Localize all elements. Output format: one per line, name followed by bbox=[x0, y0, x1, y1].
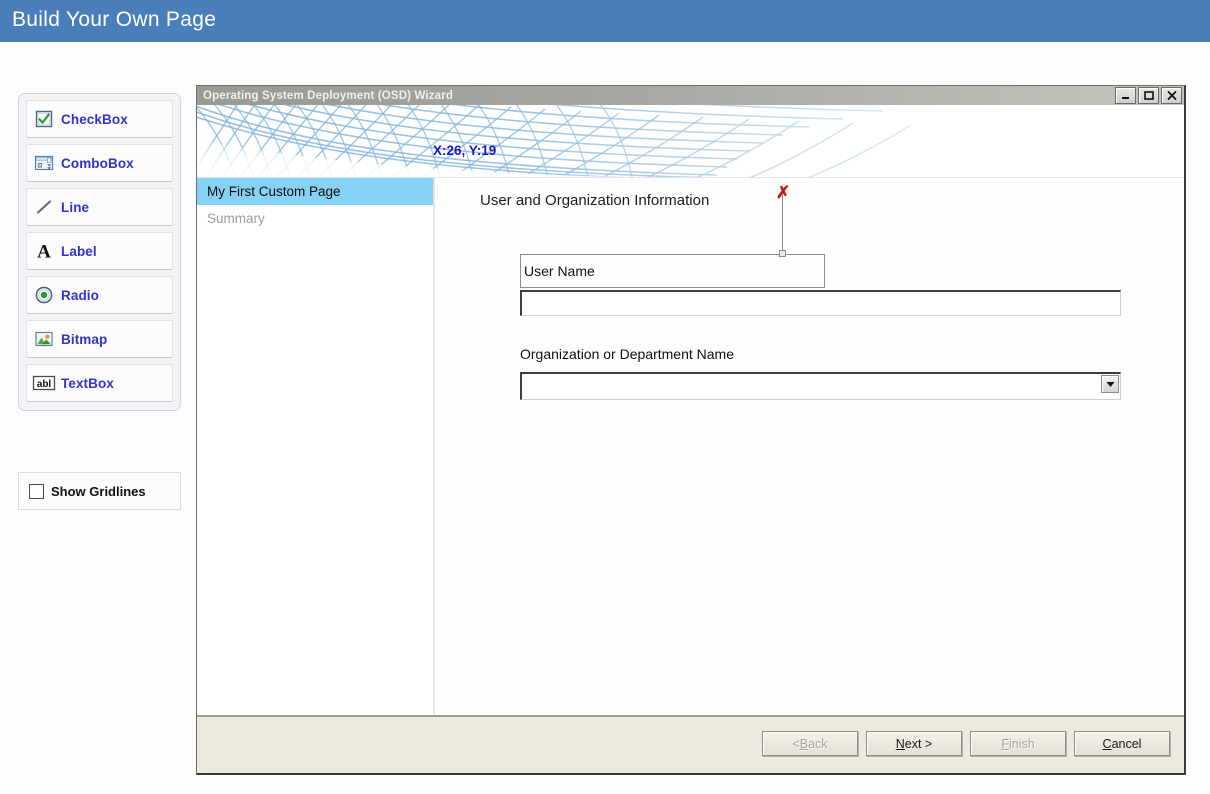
maximize-icon[interactable] bbox=[1138, 87, 1159, 104]
wizard-content-pane[interactable]: User and Organization Information User N… bbox=[435, 178, 1184, 714]
resize-handle[interactable] bbox=[779, 250, 786, 257]
line-icon bbox=[27, 197, 61, 217]
organization-label: Organization or Department Name bbox=[520, 346, 734, 362]
nav-item-summary[interactable]: Summary bbox=[197, 205, 433, 232]
tool-item-line[interactable]: Line bbox=[26, 188, 173, 226]
tool-item-radio[interactable]: Radio bbox=[26, 276, 173, 314]
content-heading: User and Organization Information bbox=[480, 192, 710, 209]
drag-guide-line bbox=[782, 194, 783, 254]
user-name-textbox[interactable] bbox=[520, 290, 1121, 316]
next-button-suffix: ext > bbox=[904, 736, 933, 751]
user-name-label-control[interactable]: User Name bbox=[520, 254, 825, 288]
tool-label: CheckBox bbox=[61, 111, 128, 127]
back-button[interactable]: < Back bbox=[762, 731, 858, 756]
close-icon[interactable] bbox=[1161, 87, 1182, 104]
cancel-button-accel: C bbox=[1102, 736, 1112, 751]
finish-button-suffix: inish bbox=[1008, 736, 1035, 751]
wizard-nav-pane: My First Custom Page Summary bbox=[197, 178, 435, 714]
label-a-icon: A bbox=[27, 240, 61, 263]
tool-item-combobox[interactable]: ComboBox bbox=[26, 144, 173, 182]
nav-item-label: My First Custom Page bbox=[207, 184, 341, 199]
chevron-down-icon[interactable] bbox=[1101, 375, 1119, 393]
toolbox-panel: CheckBox ComboBox Line A Label Radio Bit… bbox=[18, 93, 181, 411]
tool-item-bitmap[interactable]: Bitmap bbox=[26, 320, 173, 358]
wizard-body: My First Custom Page Summary User and Or… bbox=[197, 178, 1184, 714]
bitmap-image-icon bbox=[27, 329, 61, 349]
tool-label: Line bbox=[61, 199, 90, 215]
osd-wizard-window[interactable]: Operating System Deployment (OSD) Wizard bbox=[196, 85, 1186, 775]
mesh-decoration-icon bbox=[197, 105, 1184, 178]
tool-item-label[interactable]: A Label bbox=[26, 232, 173, 270]
app-banner: Build Your Own Page bbox=[0, 0, 1210, 43]
cursor-coordinates: X:26, Y:19 bbox=[433, 143, 497, 158]
show-gridlines-checkbox[interactable] bbox=[29, 483, 44, 499]
wizard-button-row: < Back Next > Finish Cancel bbox=[762, 731, 1170, 756]
wizard-title: Operating System Deployment (OSD) Wizard bbox=[203, 89, 453, 102]
designer-surface[interactable]: CheckBox ComboBox Line A Label Radio Bit… bbox=[0, 42, 1210, 794]
back-button-accel: B bbox=[799, 736, 809, 751]
tool-item-textbox[interactable]: abl TextBox bbox=[26, 364, 173, 402]
wizard-header-banner: X:26, Y:19 bbox=[197, 105, 1184, 178]
page-title: Build Your Own Page bbox=[12, 8, 217, 31]
finish-button-accel: F bbox=[1001, 736, 1009, 751]
tool-label: Bitmap bbox=[61, 331, 108, 347]
back-button-prefix: < bbox=[792, 736, 800, 751]
window-controls bbox=[1115, 87, 1182, 104]
textbox-abl-icon: abl bbox=[27, 374, 61, 392]
show-gridlines-label: Show Gridlines bbox=[51, 483, 146, 499]
wizard-titlebar[interactable]: Operating System Deployment (OSD) Wizard bbox=[197, 86, 1184, 105]
next-button-accel: N bbox=[895, 736, 905, 751]
wizard-footer: < Back Next > Finish Cancel bbox=[197, 715, 1184, 773]
combobox-icon bbox=[27, 153, 61, 173]
tool-label: ComboBox bbox=[61, 155, 134, 171]
svg-text:A: A bbox=[37, 242, 51, 263]
next-button[interactable]: Next > bbox=[866, 731, 962, 756]
checkbox-icon bbox=[27, 109, 61, 129]
radio-icon bbox=[27, 285, 61, 305]
user-name-label-text: User Name bbox=[524, 263, 595, 279]
cancel-button-suffix: ancel bbox=[1111, 736, 1142, 751]
organization-combobox[interactable] bbox=[520, 372, 1121, 400]
tool-label: Radio bbox=[61, 287, 100, 303]
tool-label: TextBox bbox=[61, 375, 114, 391]
svg-text:abl: abl bbox=[37, 379, 52, 390]
nav-item-label: Summary bbox=[207, 211, 265, 226]
cancel-button[interactable]: Cancel bbox=[1074, 731, 1170, 756]
nav-item-my-first-custom-page[interactable]: My First Custom Page bbox=[197, 178, 433, 205]
tool-item-checkbox[interactable]: CheckBox bbox=[26, 100, 173, 138]
minimize-icon[interactable] bbox=[1115, 87, 1136, 104]
finish-button[interactable]: Finish bbox=[970, 731, 1066, 756]
invalid-drop-x-icon: ✗ bbox=[776, 183, 791, 202]
show-gridlines-option[interactable]: Show Gridlines bbox=[18, 472, 181, 510]
tool-label: Label bbox=[61, 243, 97, 259]
back-button-suffix: ack bbox=[808, 736, 828, 751]
